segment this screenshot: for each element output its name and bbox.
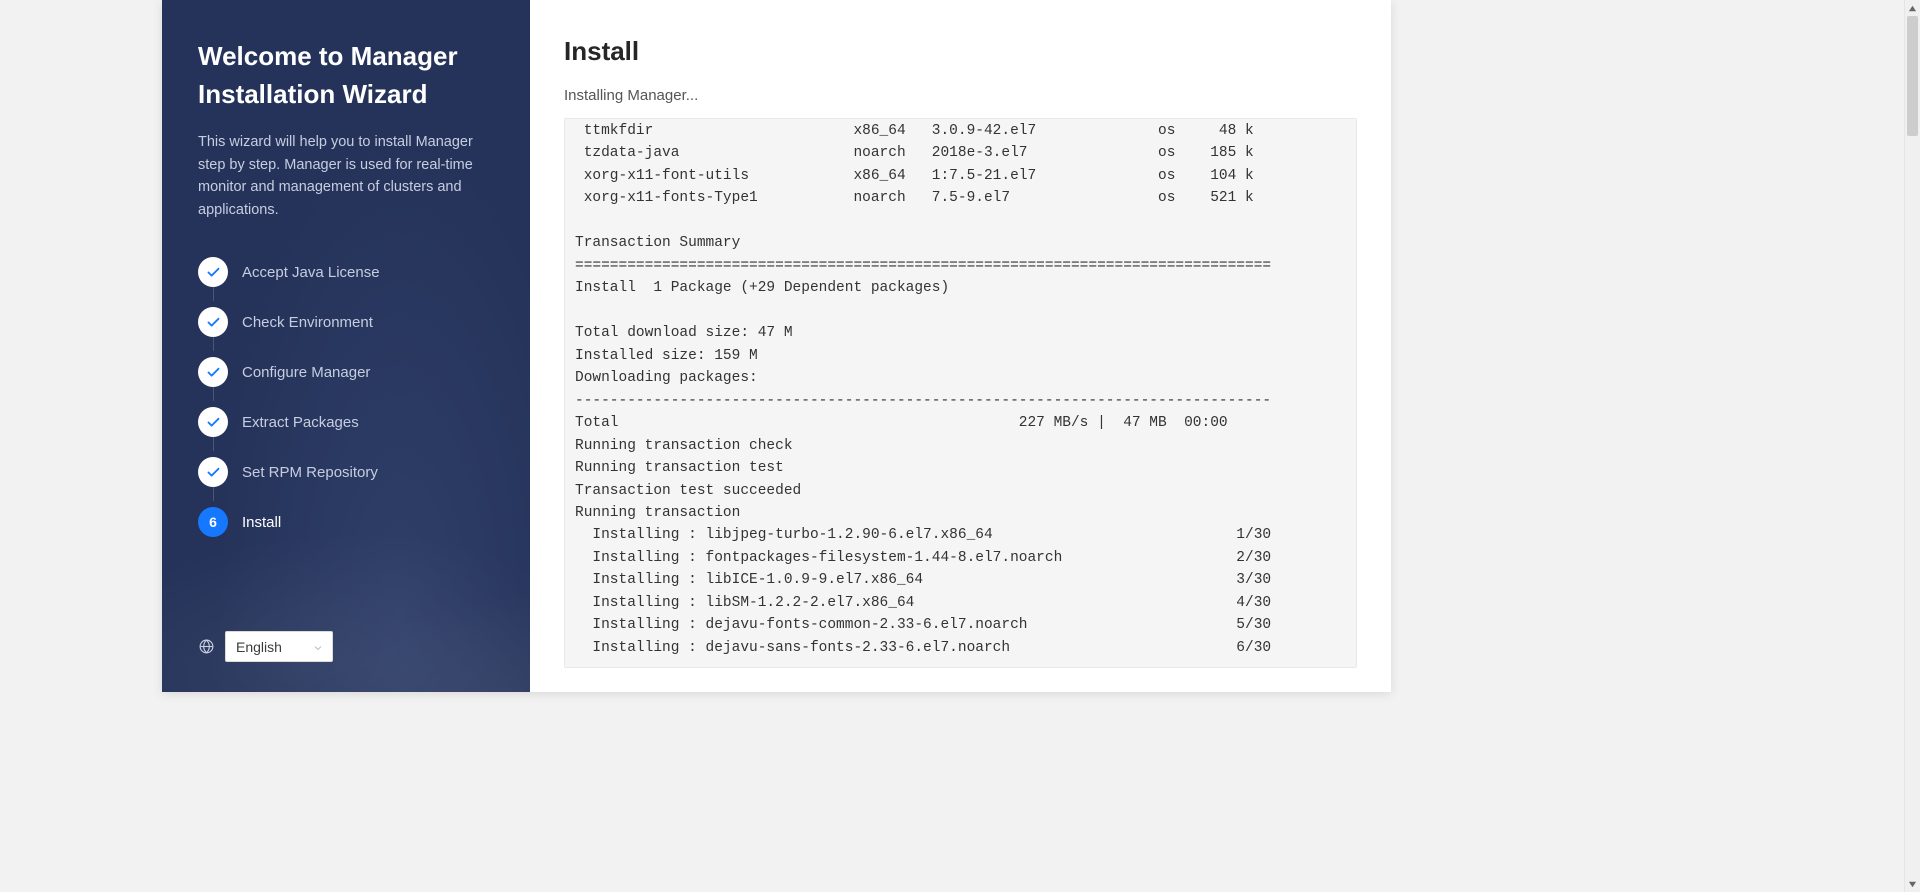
sidebar-description: This wizard will help you to install Man… [198, 131, 494, 221]
step-set-rpm-repo[interactable]: Set RPM Repository [198, 447, 494, 497]
sidebar-title: Welcome to Manager Installation Wizard [198, 38, 494, 113]
step-configure-manager[interactable]: Configure Manager [198, 347, 494, 397]
scroll-up-arrow-icon[interactable] [1905, 0, 1920, 16]
step-number-badge: 6 [198, 507, 228, 537]
step-label: Check Environment [242, 314, 373, 331]
scroll-down-arrow-icon[interactable] [1905, 876, 1920, 892]
page-title: Install [564, 36, 1357, 67]
main-panel: Install Installing Manager... ttmkfdir x… [530, 0, 1391, 692]
wizard-steps: Accept Java License Check Environment Co… [198, 247, 494, 547]
step-check-env[interactable]: Check Environment [198, 297, 494, 347]
step-label: Configure Manager [242, 364, 370, 381]
page-subtitle: Installing Manager... [564, 87, 1357, 104]
step-accept-java[interactable]: Accept Java License [198, 247, 494, 297]
step-label: Accept Java License [242, 264, 380, 281]
language-select[interactable]: English [225, 631, 333, 662]
step-extract-packages[interactable]: Extract Packages [198, 397, 494, 447]
step-label: Extract Packages [242, 414, 359, 431]
viewport: Welcome to Manager Installation Wizard T… [0, 0, 1920, 892]
install-log[interactable]: ttmkfdir x86_64 3.0.9-42.el7 os 48 k tzd… [564, 118, 1357, 668]
language-row: English [198, 631, 333, 662]
step-install[interactable]: 6 Install [198, 497, 494, 547]
scrollbar-track[interactable] [1905, 16, 1920, 876]
sidebar: Welcome to Manager Installation Wizard T… [162, 0, 530, 692]
step-label: Set RPM Repository [242, 464, 378, 481]
scrollbar-thumb[interactable] [1907, 16, 1918, 136]
step-label: Install [242, 514, 281, 531]
window-scrollbar[interactable] [1904, 0, 1920, 892]
wizard-card: Welcome to Manager Installation Wizard T… [162, 0, 1391, 692]
globe-icon [198, 638, 215, 655]
chevron-down-icon [312, 641, 324, 653]
language-selected: English [236, 639, 282, 655]
